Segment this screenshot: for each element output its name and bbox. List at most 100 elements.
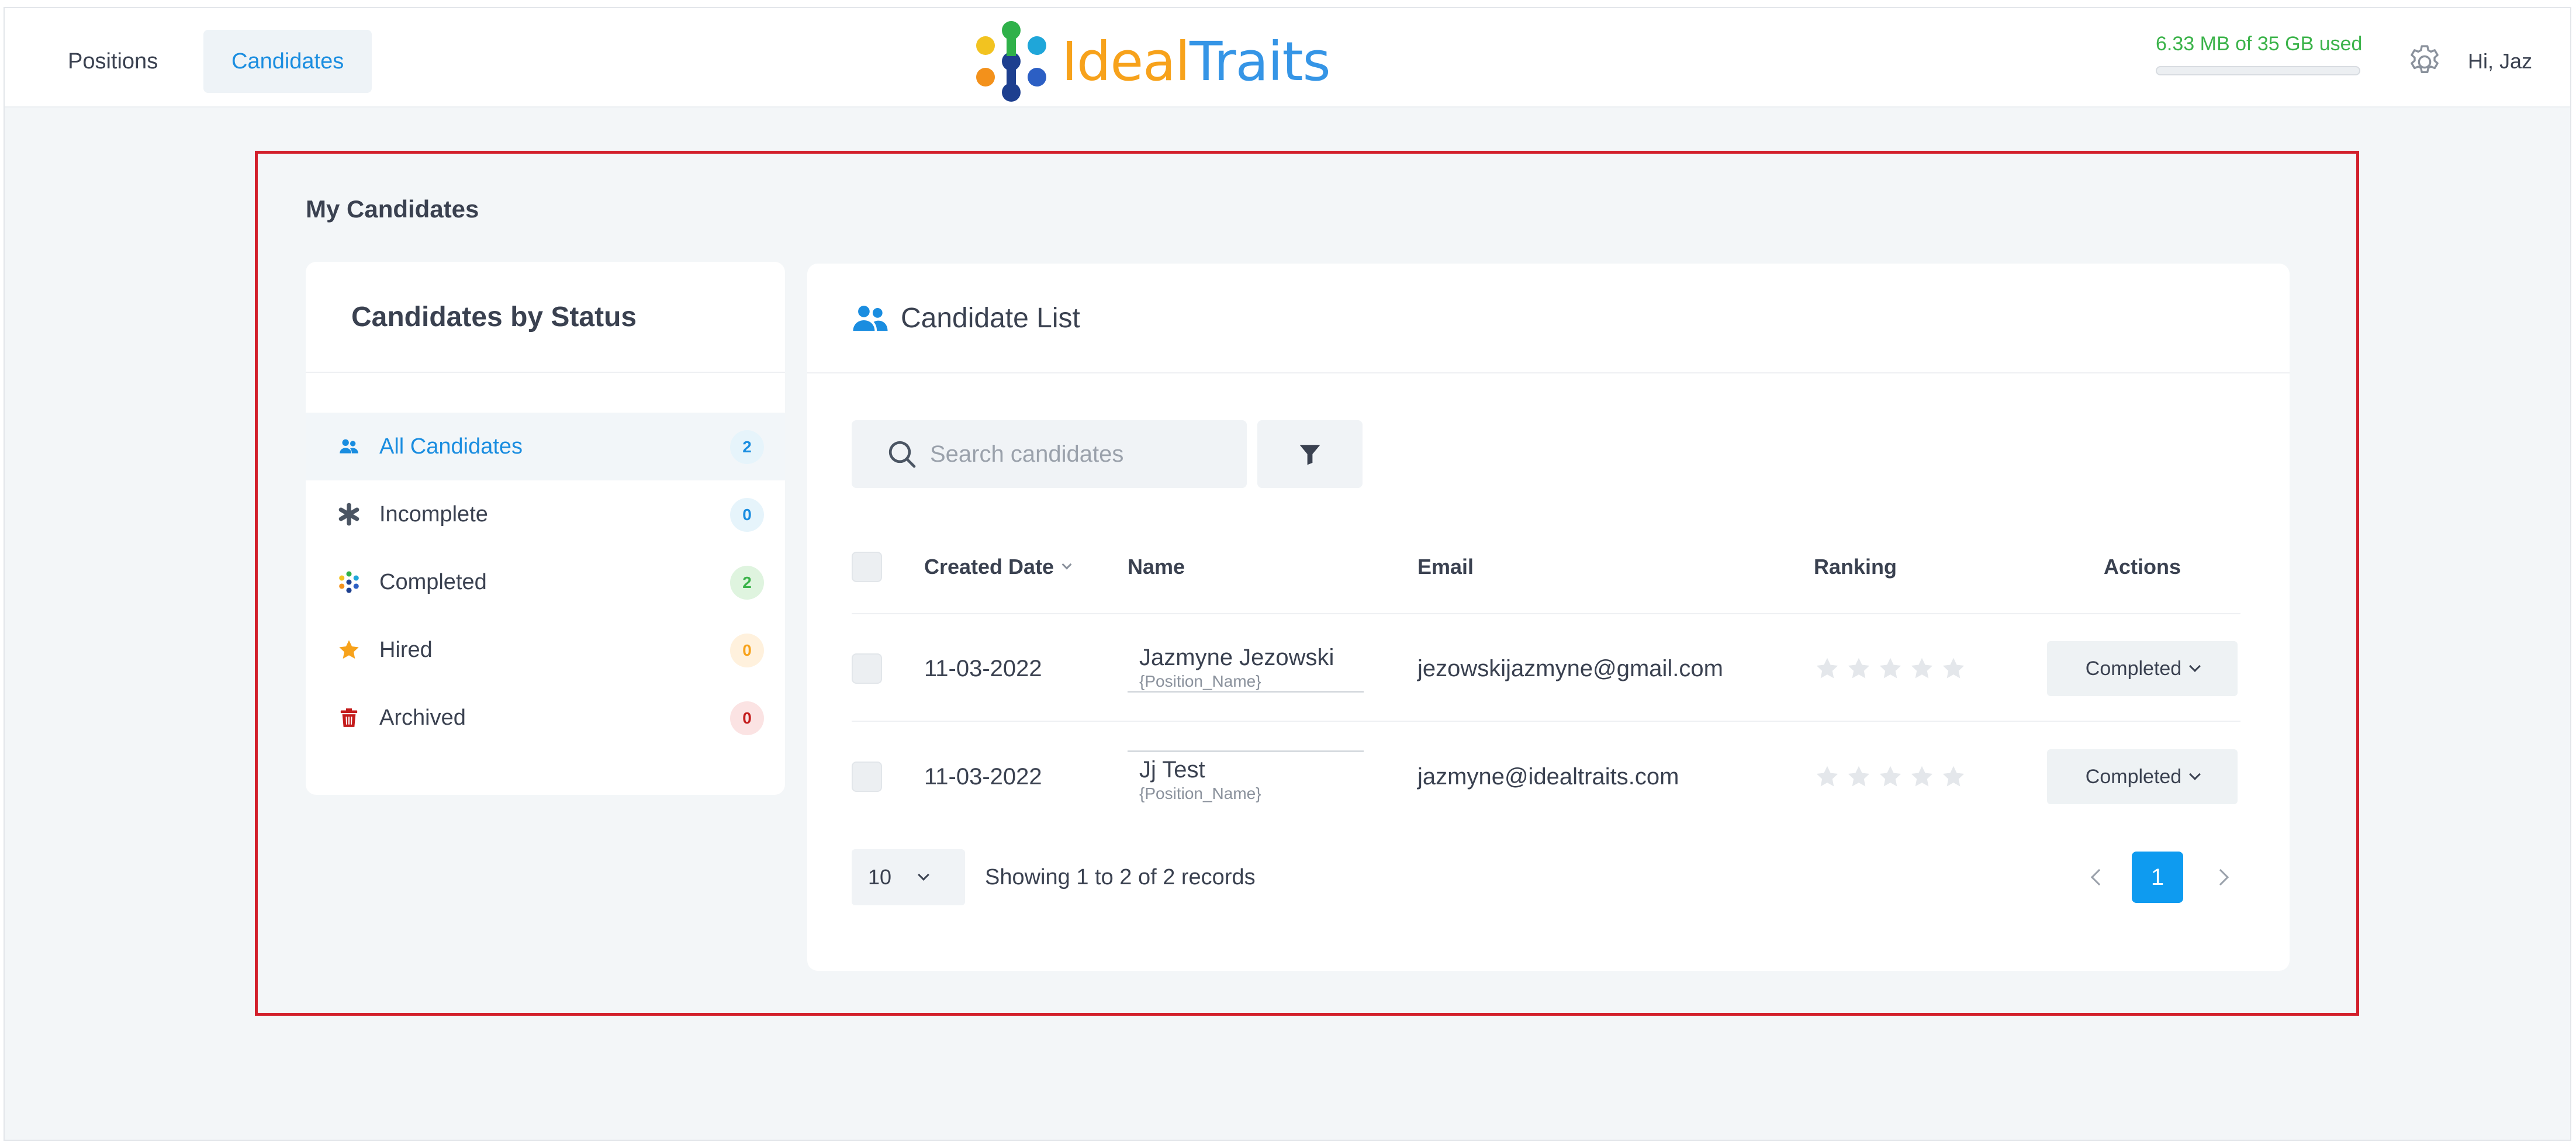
select-all-checkbox[interactable] — [852, 552, 882, 582]
user-greeting[interactable]: Hi, Jaz — [2468, 49, 2532, 74]
status-item-all-candidates[interactable]: All Candidates 2 — [306, 413, 785, 480]
filter-button[interactable] — [1257, 420, 1363, 488]
candidate-position: {Position_Name} — [1139, 672, 1261, 690]
status-list: All Candidates 2 Incomplete 0 Completed … — [306, 413, 785, 752]
previous-page-button[interactable] — [2087, 866, 2111, 889]
table-header-row: Created Date Name Email Ranking Actions — [852, 521, 2240, 614]
candidate-position: {Position_Name} — [1139, 784, 1261, 802]
row-email: jazmyne@idealtraits.com — [1417, 763, 1679, 790]
status-item-completed[interactable]: Completed 2 — [306, 548, 785, 616]
page-title: My Candidates — [306, 195, 479, 223]
row-email: jezowskijazmyne@gmail.com — [1417, 655, 1723, 681]
storage-usage-text: 6.33 MB of 35 GB used — [2156, 33, 2363, 55]
chevron-down-icon — [2189, 660, 2201, 672]
star-rating[interactable] — [1814, 655, 1967, 682]
filter-icon — [1299, 445, 1320, 465]
star-icon[interactable] — [1845, 655, 1872, 682]
candidates-by-status-card: Candidates by Status All Candidates 2 In… — [306, 262, 785, 795]
page-size-select[interactable]: 10 — [852, 849, 965, 905]
asterisk-icon — [335, 500, 363, 528]
column-header-ranking: Ranking — [1814, 555, 1897, 579]
table-row: 11-03-2022 Jj Test {Position_Name} jazmy… — [852, 723, 2240, 830]
row-select-cell — [852, 723, 882, 830]
select-all-cell — [852, 521, 882, 613]
chevron-down-icon — [918, 869, 929, 881]
status-item-label: Completed — [379, 569, 487, 594]
status-card-title: Candidates by Status — [306, 262, 785, 373]
star-icon[interactable] — [1845, 763, 1872, 790]
row-created-date: 11-03-2022 — [924, 763, 1042, 790]
column-header-actions: Actions — [2103, 555, 2181, 579]
app-window: Positions Candidates IdealTraits 6.33 MB… — [4, 7, 2571, 1141]
name-overline — [1128, 750, 1364, 752]
column-header-created-date[interactable]: Created Date — [924, 521, 1072, 613]
star-icon[interactable] — [1908, 655, 1935, 682]
candidate-list-header: Candidate List — [807, 264, 2290, 373]
settings-gear-icon[interactable] — [2405, 42, 2444, 82]
row-name-cell: Jazmyne Jezowski {Position_Name} — [1128, 617, 1364, 721]
status-item-incomplete[interactable]: Incomplete 0 — [306, 480, 785, 548]
search-box — [852, 420, 1247, 488]
star-icon[interactable] — [1940, 763, 1967, 790]
status-count-badge: 0 — [730, 634, 764, 667]
sort-chevron-icon — [1061, 559, 1072, 570]
star-icon[interactable] — [1908, 763, 1935, 790]
status-item-label: All Candidates — [379, 434, 523, 459]
star-rating[interactable] — [1814, 763, 1967, 790]
column-header-email: Email — [1417, 555, 1474, 579]
chevron-left-icon — [2090, 868, 2108, 886]
candidates-main-region: My Candidates Candidates by Status All C… — [255, 151, 2359, 1016]
users-icon — [853, 306, 888, 331]
status-count-badge: 2 — [730, 430, 764, 464]
status-item-archived[interactable]: Archived 0 — [306, 684, 785, 752]
candidate-name-link[interactable]: Jazmyne Jezowski — [1139, 645, 1364, 671]
status-item-label: Archived — [379, 705, 466, 730]
row-name-cell: Jj Test {Position_Name} — [1128, 723, 1364, 830]
row-actions: Completed — [2044, 617, 2240, 721]
status-item-hired[interactable]: Hired 0 — [306, 616, 785, 684]
storage-usage: 6.33 MB of 35 GB used — [2156, 33, 2378, 75]
star-icon[interactable] — [1940, 655, 1967, 682]
trash-icon — [335, 704, 363, 732]
table-row: 11-03-2022 Jazmyne Jezowski {Position_Na… — [852, 617, 2240, 722]
row-checkbox[interactable] — [852, 653, 882, 684]
search-input[interactable] — [930, 441, 1234, 468]
status-item-label: Hired — [379, 637, 433, 662]
page-number-button[interactable]: 1 — [2132, 852, 2183, 903]
candidate-name-link[interactable]: Jj Test — [1139, 757, 1364, 783]
row-checkbox[interactable] — [852, 762, 882, 792]
star-icon[interactable] — [1877, 655, 1904, 682]
row-ranking — [1814, 617, 1967, 721]
users-icon — [335, 432, 363, 461]
idealtraits-logo[interactable]: IdealTraits — [970, 18, 1331, 105]
flower-icon — [335, 568, 363, 596]
status-action-dropdown[interactable]: Completed — [2047, 749, 2238, 804]
logo-wordmark: IdealTraits — [1061, 30, 1331, 93]
nav-tab-positions[interactable]: Positions — [40, 30, 186, 93]
status-item-label: Incomplete — [379, 501, 488, 527]
candidate-list-card: Candidate List Created — [807, 264, 2290, 971]
storage-progress-bar — [2156, 66, 2360, 75]
star-icon[interactable] — [1814, 763, 1841, 790]
star-icon — [335, 636, 363, 664]
star-icon[interactable] — [1877, 763, 1904, 790]
row-actions: Completed — [2044, 723, 2240, 830]
row-select-cell — [852, 617, 882, 721]
name-underline — [1128, 691, 1364, 693]
row-ranking — [1814, 723, 1967, 830]
status-count-badge: 0 — [730, 701, 764, 735]
status-count-badge: 0 — [730, 498, 764, 532]
status-count-badge: 2 — [730, 566, 764, 600]
star-icon[interactable] — [1814, 655, 1841, 682]
next-page-button[interactable] — [2209, 866, 2232, 889]
search-icon — [888, 441, 916, 468]
row-created-date: 11-03-2022 — [924, 655, 1042, 681]
candidate-list-title: Candidate List — [901, 302, 1080, 334]
top-nav-bar: Positions Candidates IdealTraits 6.33 MB… — [5, 8, 2570, 108]
flower-logo-icon — [976, 21, 1046, 102]
nav-tab-candidates[interactable]: Candidates — [203, 30, 372, 93]
chevron-down-icon — [2189, 769, 2201, 780]
chevron-right-icon — [2212, 868, 2229, 886]
column-header-name: Name — [1128, 555, 1185, 579]
status-action-dropdown[interactable]: Completed — [2047, 641, 2238, 696]
